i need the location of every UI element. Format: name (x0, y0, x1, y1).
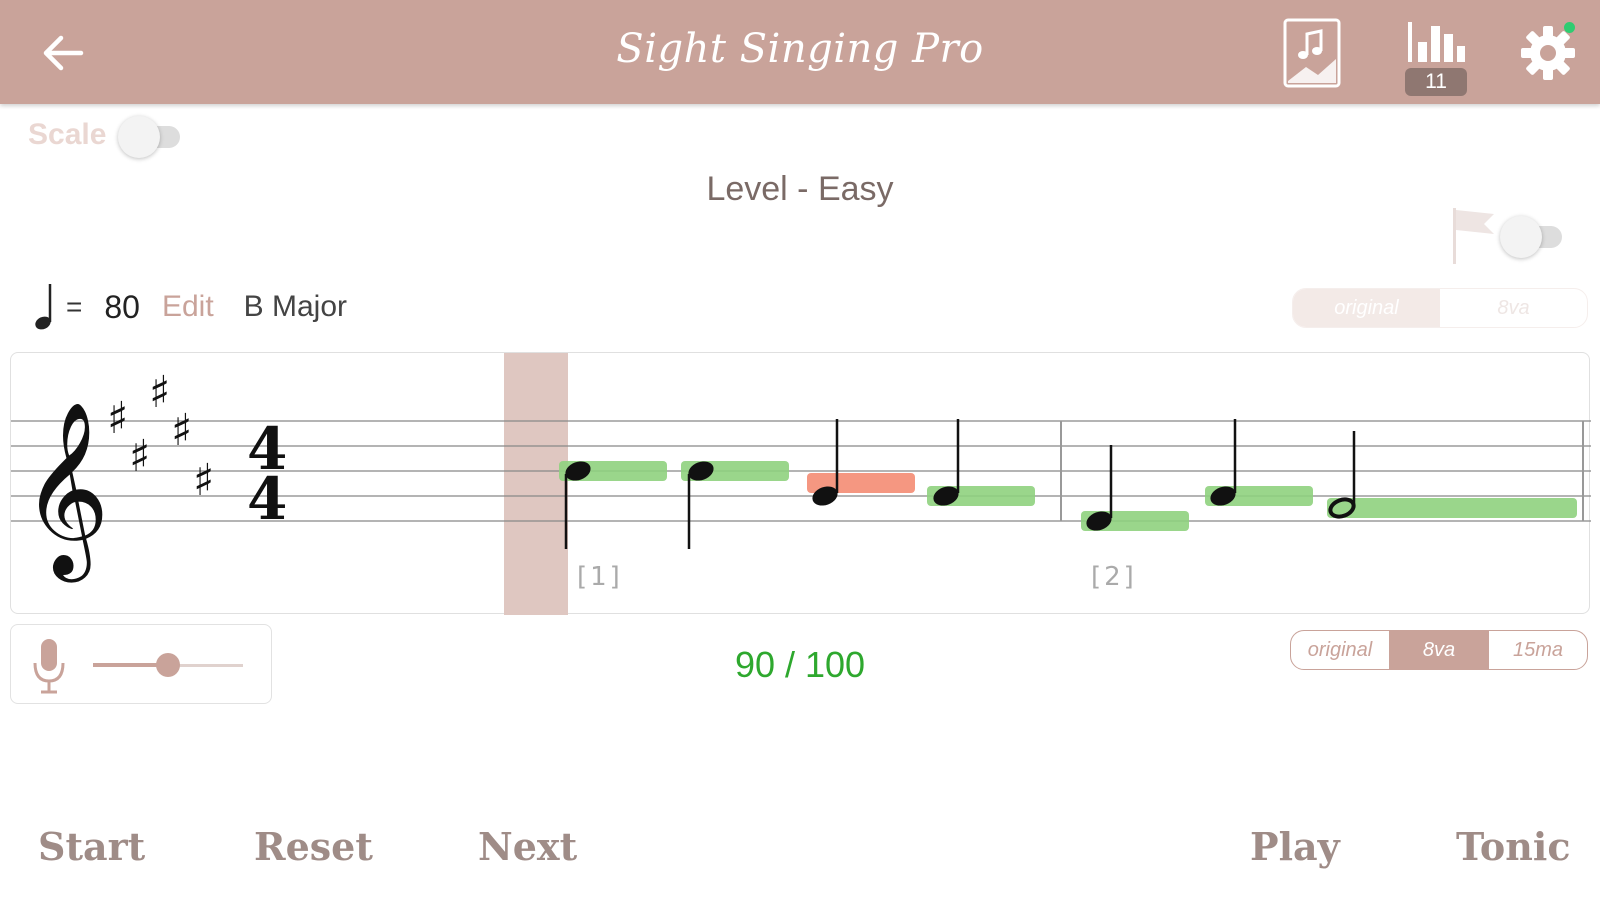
sharp: ♯ (129, 431, 150, 482)
pitch-bar-correct (1327, 498, 1577, 518)
app-title: Sight Singing Pro (616, 26, 984, 72)
notification-dot (1564, 22, 1575, 33)
flag-toggle-group (1450, 206, 1570, 266)
tempo-row: = 80 Edit B Major (30, 282, 347, 332)
playhead (504, 353, 568, 615)
notes (564, 419, 1356, 549)
statistics-button[interactable]: 11 (1402, 16, 1468, 96)
sheet-music-button[interactable] (1282, 16, 1342, 90)
key-signature: ♯ ♯ ♯ ♯ ♯ (107, 367, 214, 506)
quarter-note (812, 419, 839, 506)
flag-toggle[interactable] (1500, 216, 1570, 258)
octave-option-8va[interactable]: 8va (1389, 631, 1488, 669)
eighth-note (687, 461, 714, 549)
app-header: Sight Singing Pro 11 (0, 0, 1600, 104)
tempo-equals: = (66, 291, 83, 322)
octave-selector-top: original 8va (1292, 288, 1588, 328)
start-button[interactable]: Start (38, 824, 145, 869)
music-score: 𝄞 ♯ ♯ ♯ ♯ ♯ 4 4 [1] [2] (10, 352, 1591, 615)
toggle-knob (1500, 216, 1542, 258)
next-button[interactable]: Next (478, 824, 577, 869)
measure-label: [2] (1091, 562, 1137, 592)
flag-icon (1453, 208, 1494, 264)
tonic-button[interactable]: Tonic (1456, 824, 1570, 869)
quarter-note-icon (35, 284, 52, 330)
octave-option-8va[interactable]: 8va (1440, 289, 1587, 327)
quarter-note (1086, 445, 1113, 531)
octave-option-original[interactable]: original (1293, 289, 1440, 327)
octave-selector: original 8va 15ma (1290, 630, 1588, 670)
sharp: ♯ (107, 393, 128, 444)
sharp: ♯ (149, 367, 170, 418)
scale-label: Scale (28, 118, 107, 151)
stats-count-badge: 11 (1405, 68, 1467, 96)
reset-button[interactable]: Reset (254, 824, 373, 869)
time-signature: 4 4 (247, 415, 287, 533)
sheet-music-icon (1283, 18, 1341, 88)
octave-option-original[interactable]: original (1291, 631, 1389, 669)
scale-toggle[interactable] (118, 116, 188, 158)
settings-button[interactable] (1515, 16, 1581, 90)
treble-clef: 𝄞 (21, 401, 110, 583)
quarter-note (933, 419, 960, 506)
level-label: Level - Easy (706, 170, 894, 208)
time-signature-bottom: 4 (247, 465, 287, 533)
measure-label: [1] (577, 562, 623, 592)
toggle-knob (118, 116, 160, 158)
octave-option-15ma[interactable]: 15ma (1488, 631, 1587, 669)
tempo-value: 80 (104, 288, 140, 325)
sharp: ♯ (193, 455, 214, 506)
edit-tempo-button[interactable]: Edit (162, 290, 214, 324)
quarter-note (1210, 419, 1237, 506)
sharp: ♯ (171, 405, 192, 456)
key-signature-label: B Major (243, 290, 348, 323)
play-button[interactable]: Play (1250, 824, 1340, 869)
